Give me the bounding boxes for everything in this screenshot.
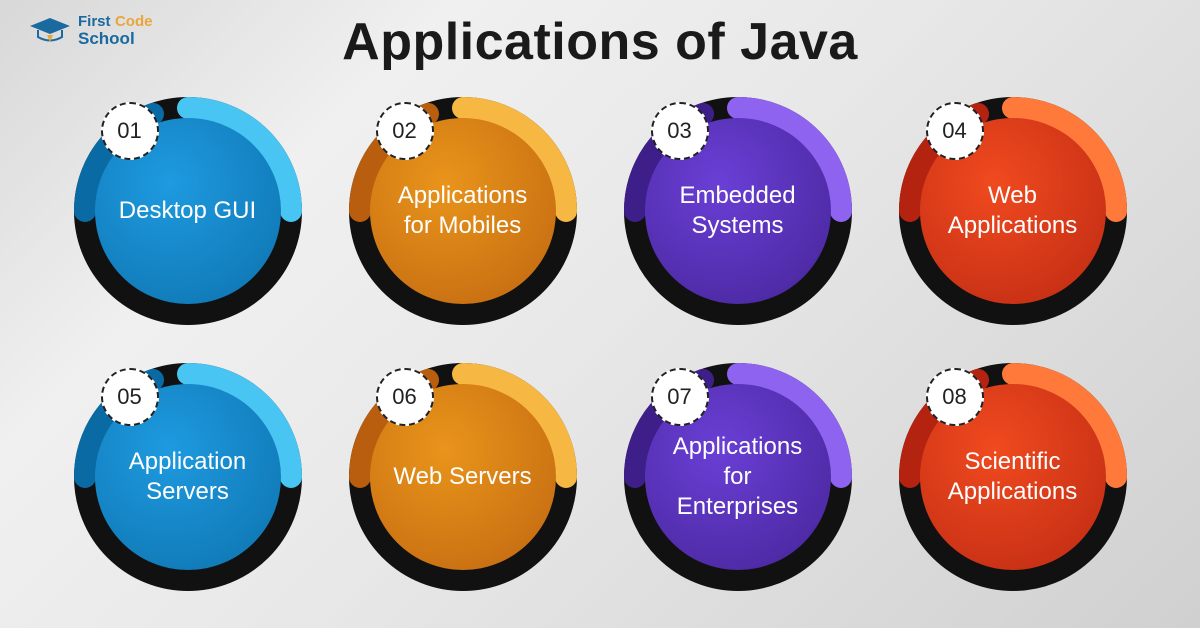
circle-item: Web Servers 06: [348, 362, 578, 592]
badge-number: 04: [942, 118, 966, 144]
circle-label: Desktop GUI: [119, 196, 256, 226]
badge-number: 01: [117, 118, 141, 144]
graduation-cap-icon: [28, 16, 72, 46]
badge-number: 03: [667, 118, 691, 144]
brand-text-code: Code: [115, 13, 153, 30]
circle-label: Scientific Applications: [938, 447, 1088, 507]
number-badge: 06: [376, 368, 434, 426]
brand-text-school: School: [78, 30, 152, 47]
number-badge: 04: [926, 102, 984, 160]
circle-label: Embedded Systems: [663, 181, 813, 241]
page-title: Applications of Java: [0, 0, 1200, 72]
circle-item: Scientific Applications 08: [898, 362, 1128, 592]
brand-text-first: First: [78, 13, 111, 30]
circle-item: Applications for Enterprises 07: [623, 362, 853, 592]
circle-item: Web Applications 04: [898, 96, 1128, 326]
circle-item: Desktop GUI 01: [73, 96, 303, 326]
circle-label: Application Servers: [113, 447, 263, 507]
number-badge: 05: [101, 368, 159, 426]
brand-logo: First Code School: [28, 14, 152, 47]
circle-grid: Desktop GUI 01 Applications for Mobiles …: [0, 96, 1200, 592]
circle-label: Web Applications: [938, 181, 1088, 241]
circle-item: Applications for Mobiles 02: [348, 96, 578, 326]
number-badge: 08: [926, 368, 984, 426]
badge-number: 08: [942, 384, 966, 410]
badge-number: 05: [117, 384, 141, 410]
badge-number: 07: [667, 384, 691, 410]
number-badge: 01: [101, 102, 159, 160]
circle-label: Applications for Enterprises: [663, 432, 813, 522]
badge-number: 06: [392, 384, 416, 410]
brand-name: First Code School: [78, 14, 152, 47]
number-badge: 02: [376, 102, 434, 160]
circle-item: Application Servers 05: [73, 362, 303, 592]
circle-label: Web Servers: [393, 462, 531, 492]
circle-label: Applications for Mobiles: [388, 181, 538, 241]
number-badge: 03: [651, 102, 709, 160]
badge-number: 02: [392, 118, 416, 144]
number-badge: 07: [651, 368, 709, 426]
circle-item: Embedded Systems 03: [623, 96, 853, 326]
